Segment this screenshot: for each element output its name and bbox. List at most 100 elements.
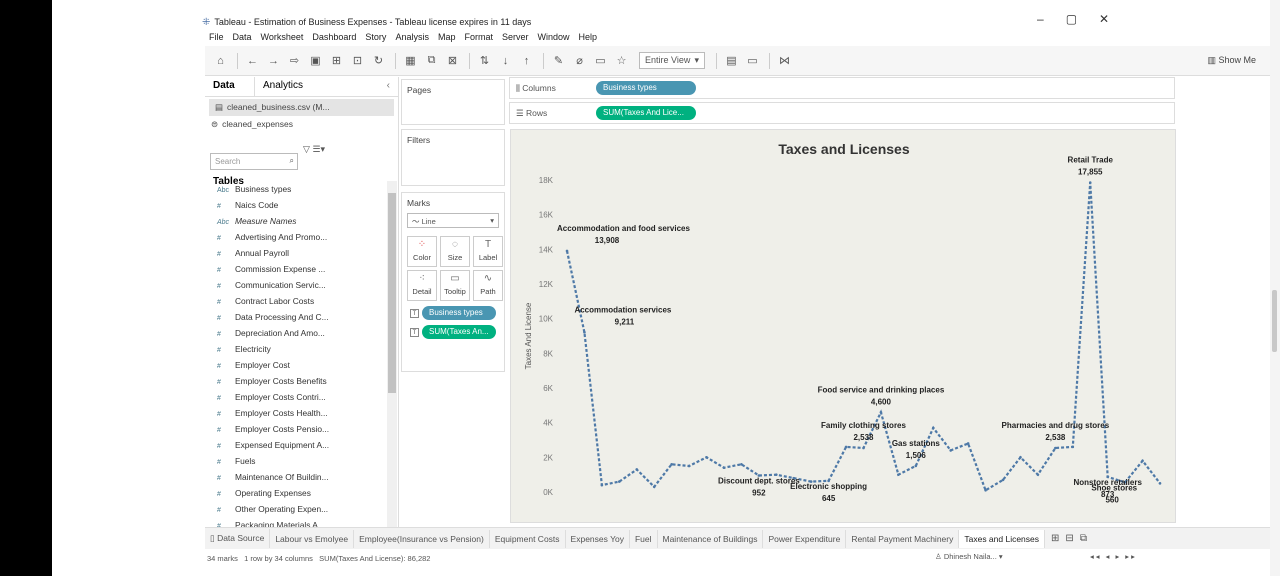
tab-sheet-active[interactable]: Taxes and Licenses — [959, 529, 1046, 548]
menu-worksheet[interactable]: Worksheet — [261, 32, 304, 42]
collapse-pane-icon[interactable]: ‹ — [379, 77, 398, 96]
sort-descending-icon[interactable]: ↑ — [517, 55, 536, 67]
pages-card[interactable]: Pages — [401, 79, 505, 125]
clear-sheet-icon[interactable]: ⊠ — [443, 54, 462, 67]
menu-server[interactable]: Server — [502, 32, 529, 42]
presentation-icon[interactable]: ▭ — [743, 54, 762, 67]
data-source-item[interactable]: ⊜ cleaned_expenses — [205, 116, 398, 133]
field-item[interactable]: # Data Processing And C... — [205, 309, 387, 325]
tooltip-button[interactable]: ▭ Tooltip — [440, 270, 470, 301]
line-chart[interactable]: Taxes and Licenses 0K 2K 4K 6K 8K 10K 12K 14K 16K… — [511, 130, 1177, 524]
view-options-icon[interactable]: ☰▾ — [312, 144, 325, 154]
menu-map[interactable]: Map — [438, 32, 456, 42]
label-button[interactable]: T Label — [473, 236, 503, 267]
field-item[interactable]: # Communication Servic... — [205, 277, 387, 293]
field-item[interactable]: # Packaging Materials A... — [205, 517, 387, 527]
new-story-icon[interactable]: ⧉ — [1080, 533, 1087, 544]
field-item[interactable]: Abc Business types — [205, 181, 387, 197]
field-item[interactable]: Abc Measure Names — [205, 213, 387, 229]
pause-updates-icon[interactable]: ⊡ — [348, 54, 367, 67]
close-button[interactable]: ✕ — [1099, 12, 1109, 26]
fit-dropdown[interactable]: Entire View ▾ — [639, 52, 705, 69]
columns-pill[interactable]: Business types — [596, 81, 696, 95]
menu-analysis[interactable]: Analysis — [395, 32, 429, 42]
field-item[interactable]: # Electricity — [205, 341, 387, 357]
user-menu[interactable]: ♙ Dhinesh Naila... ▾ — [935, 552, 1003, 561]
scrollbar-thumb[interactable] — [388, 193, 396, 393]
tab-data-source[interactable]: ▯ Data Source — [205, 529, 271, 548]
field-item[interactable]: # Other Operating Expen... — [205, 501, 387, 517]
field-item[interactable]: # Employer Cost — [205, 357, 387, 373]
detail-button[interactable]: ⁖ Detail — [407, 270, 437, 301]
scrollbar-thumb[interactable] — [1272, 290, 1277, 352]
menu-story[interactable]: Story — [365, 32, 386, 42]
field-item[interactable]: # Commission Expense ... — [205, 261, 387, 277]
group-icon[interactable]: ⌀ — [570, 54, 589, 67]
search-input[interactable]: Search ⌕ — [210, 153, 298, 170]
new-worksheet-icon[interactable]: ⊞ — [1051, 533, 1059, 544]
home-icon[interactable]: ⌂ — [211, 55, 230, 67]
rows-shelf[interactable]: ☰ Rows SUM(Taxes And Lice... — [509, 102, 1175, 124]
screen-scrollbar[interactable] — [1270, 0, 1280, 576]
mark-type-dropdown[interactable]: 〜 Line ▾ — [407, 213, 499, 228]
field-item[interactable]: # Depreciation And Amo... — [205, 325, 387, 341]
field-item[interactable]: # Employer Costs Pensio... — [205, 421, 387, 437]
menu-format[interactable]: Format — [464, 32, 493, 42]
share-icon[interactable]: ⋈ — [775, 54, 794, 67]
color-button[interactable]: ⁘ Color — [407, 236, 437, 267]
field-item[interactable]: # Maintenance Of Buildin... — [205, 469, 387, 485]
field-item[interactable]: # Operating Expenses — [205, 485, 387, 501]
menu-dashboard[interactable]: Dashboard — [312, 32, 356, 42]
field-item[interactable]: # Employer Costs Benefits — [205, 373, 387, 389]
tab-sheet[interactable]: Fuel — [630, 529, 658, 548]
field-item[interactable]: # Advertising And Promo... — [205, 229, 387, 245]
new-data-source-icon[interactable]: ⊞ — [327, 54, 346, 67]
filters-card[interactable]: Filters — [401, 129, 505, 186]
new-dashboard-icon[interactable]: ⊟ — [1065, 533, 1073, 544]
filter-icon[interactable]: ▽ — [303, 144, 310, 154]
menu-data[interactable]: Data — [233, 32, 252, 42]
tab-sheet[interactable]: Maintenance of Buildings — [658, 529, 764, 548]
menu-help[interactable]: Help — [579, 32, 598, 42]
minimize-button[interactable]: – — [1037, 12, 1044, 26]
redo-icon[interactable]: → — [264, 55, 283, 67]
undo-icon[interactable]: ← — [243, 55, 262, 67]
tab-analytics[interactable]: Analytics — [255, 77, 311, 96]
field-list-scrollbar[interactable] — [387, 181, 397, 527]
save-icon[interactable]: ▣ — [306, 54, 325, 67]
highlight-icon[interactable]: ✎ — [549, 54, 568, 67]
show-me-button[interactable]: ▥ Show Me — [1207, 55, 1256, 66]
rows-pill[interactable]: SUM(Taxes And Lice... — [596, 106, 696, 120]
path-button[interactable]: ∿ Path — [473, 270, 503, 301]
refresh-icon[interactable]: ↻ — [369, 54, 388, 67]
marks-pill-sum-taxes[interactable]: SUM(Taxes An... — [422, 325, 496, 339]
field-item[interactable]: # Naics Code — [205, 197, 387, 213]
pin-icon[interactable]: ☆ — [612, 54, 631, 67]
duplicate-sheet-icon[interactable]: ⧉ — [422, 54, 441, 67]
maximize-button[interactable]: ▢ — [1066, 12, 1077, 26]
field-item[interactable]: # Fuels — [205, 453, 387, 469]
tab-sheet[interactable]: Rental Payment Machinery — [846, 529, 960, 548]
tab-sheet[interactable]: Power Expenditure — [763, 529, 847, 548]
new-worksheet-icon[interactable]: ▦ — [401, 54, 420, 67]
tab-sheet[interactable]: Labour vs Emolyee — [270, 529, 355, 548]
tab-data[interactable]: Data — [205, 77, 255, 96]
field-item[interactable]: # Expensed Equipment A... — [205, 437, 387, 453]
sheet-navigation[interactable]: ◂◂ ◂ ▸ ▸▸ — [1090, 552, 1137, 561]
field-item[interactable]: # Annual Payroll — [205, 245, 387, 261]
swap-icon[interactable]: ⇅ — [475, 54, 494, 67]
marks-pill-business-types[interactable]: Business types — [422, 306, 496, 320]
size-button[interactable]: ◌ Size — [440, 236, 470, 267]
tab-sheet[interactable]: Expenses Yoy — [566, 529, 630, 548]
field-item[interactable]: # Employer Costs Contri... — [205, 389, 387, 405]
chart-view[interactable]: Taxes and Licenses 0K 2K 4K 6K 8K 10K 12K 14K 16K… — [510, 129, 1176, 523]
show-labels-icon[interactable]: ▭ — [591, 54, 610, 67]
show-cards-icon[interactable]: ▤ — [722, 54, 741, 67]
field-item[interactable]: # Employer Costs Health... — [205, 405, 387, 421]
menu-window[interactable]: Window — [538, 32, 570, 42]
menu-file[interactable]: File — [209, 32, 224, 42]
columns-shelf[interactable]: ⫼ Columns Business types — [509, 77, 1175, 99]
tab-sheet[interactable]: Equipment Costs — [490, 529, 566, 548]
data-source-item[interactable]: ▤ cleaned_business.csv (M... — [209, 99, 394, 116]
tab-sheet[interactable]: Employee(Insurance vs Pension) — [354, 529, 490, 548]
